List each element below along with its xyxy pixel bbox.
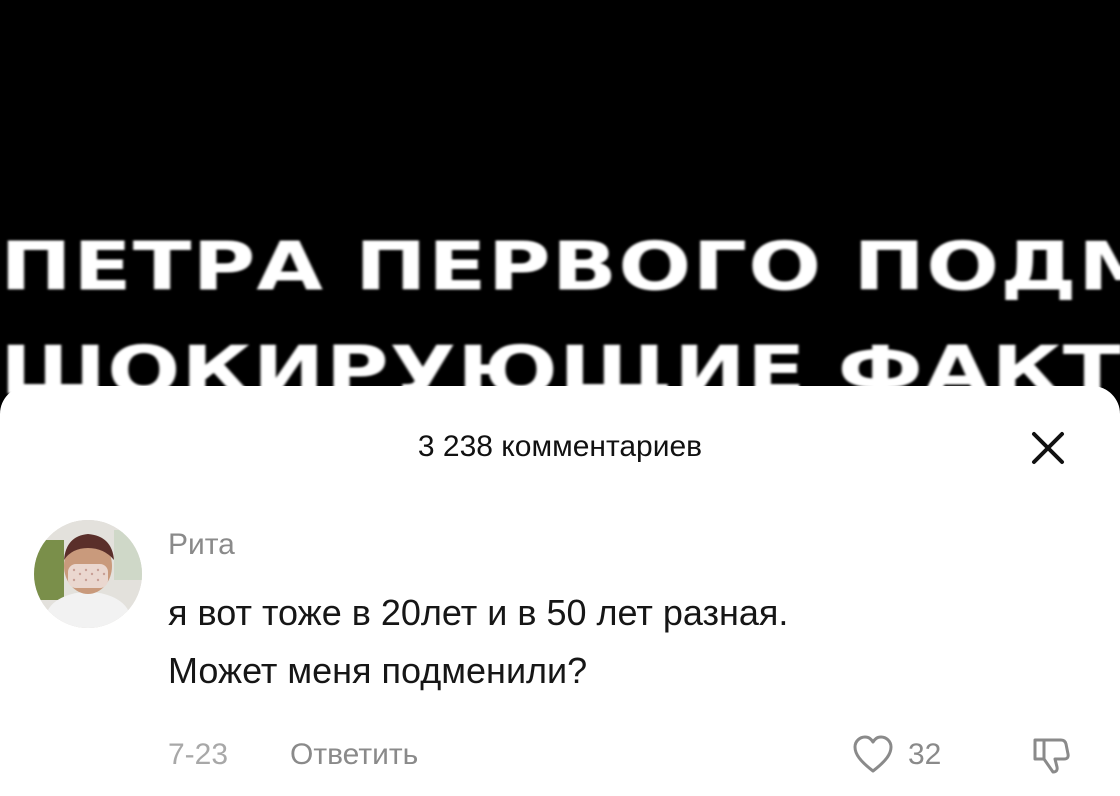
comment-date: 7-23: [168, 738, 229, 771]
thumbs-down-icon[interactable]: [1028, 732, 1074, 778]
avatar[interactable]: [34, 520, 142, 628]
comment-count: 3 238 комментариев: [417, 430, 703, 463]
comment-text-line1: я вот тоже в 20лет и в 50 лет разная.: [168, 592, 789, 633]
comments-header: 3 238 комментариев: [0, 424, 1120, 468]
comments-sheet: 3 238 комментариев Рита я вот тоже в 20л…: [0, 386, 1120, 796]
comment-text: я вот тоже в 20лет и в 50 лет разная. Мо…: [168, 584, 1068, 700]
video-caption-line1: ПЕТРА ПЕРВОГО ПОДМЕНИЛИ: [0, 228, 1120, 306]
video-player[interactable]: ПЕТРА ПЕРВОГО ПОДМЕНИЛИ ШОКИРУЮЩИЕ ФАКТЫ: [0, 0, 1120, 400]
reply-button[interactable]: Ответить: [290, 738, 418, 772]
comment-text-line2: Может меня подменили?: [168, 650, 588, 691]
comment-item: Рита я вот тоже в 20лет и в 50 лет разна…: [0, 518, 1120, 796]
close-icon[interactable]: [1026, 426, 1070, 470]
like-count: 32: [908, 738, 942, 771]
comment-meta: 7-23 Ответить 32: [168, 734, 1088, 784]
heart-icon[interactable]: [850, 732, 896, 778]
comment-author[interactable]: Рита: [168, 528, 235, 562]
